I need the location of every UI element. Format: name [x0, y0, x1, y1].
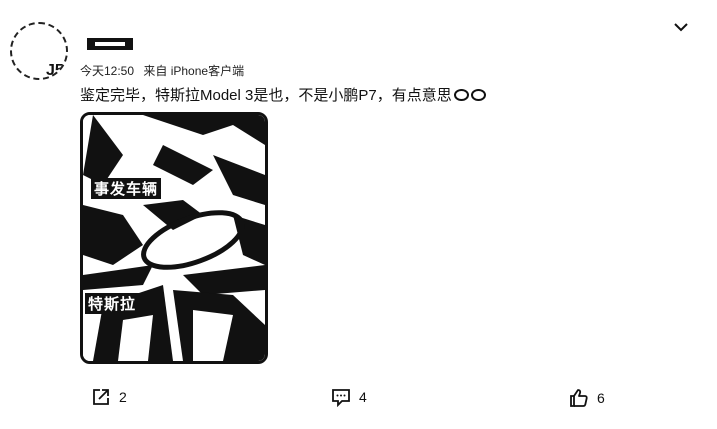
- post-image[interactable]: 事发车辆 特斯拉: [80, 112, 268, 364]
- comment-count: 4: [359, 389, 367, 405]
- comment-icon: [332, 389, 350, 407]
- post-timestamp: 今天12:50: [80, 64, 135, 78]
- post-text: 鉴定完毕，特斯拉Model 3是也，不是小鹏P7，有点意思: [80, 87, 452, 104]
- avatar[interactable]: J5: [10, 22, 68, 80]
- chevron-down-icon[interactable]: [672, 20, 690, 34]
- image-caption-bottom: 特斯拉: [85, 293, 140, 314]
- post-text-row: 鉴定完毕，特斯拉Model 3是也，不是小鹏P7，有点意思: [80, 84, 486, 105]
- share-icon: [93, 389, 109, 405]
- emoji-icon: [453, 89, 469, 101]
- like-count: 6: [597, 390, 605, 406]
- share-button[interactable]: 2: [91, 387, 127, 407]
- image-caption-top: 事发车辆: [91, 178, 162, 199]
- post-image-drawing: [83, 115, 265, 361]
- thumbs-up-icon: [570, 389, 588, 407]
- post-meta: 今天12:50 来自 iPhone客户端: [80, 62, 250, 79]
- username-redacted[interactable]: [87, 38, 133, 50]
- post-source[interactable]: 来自 iPhone客户端: [143, 64, 244, 78]
- comment-button[interactable]: 4: [331, 387, 367, 407]
- like-button[interactable]: 6: [569, 388, 605, 408]
- avatar-mark: J5: [46, 62, 64, 79]
- share-count: 2: [119, 389, 127, 405]
- emoji-icon: [470, 89, 486, 101]
